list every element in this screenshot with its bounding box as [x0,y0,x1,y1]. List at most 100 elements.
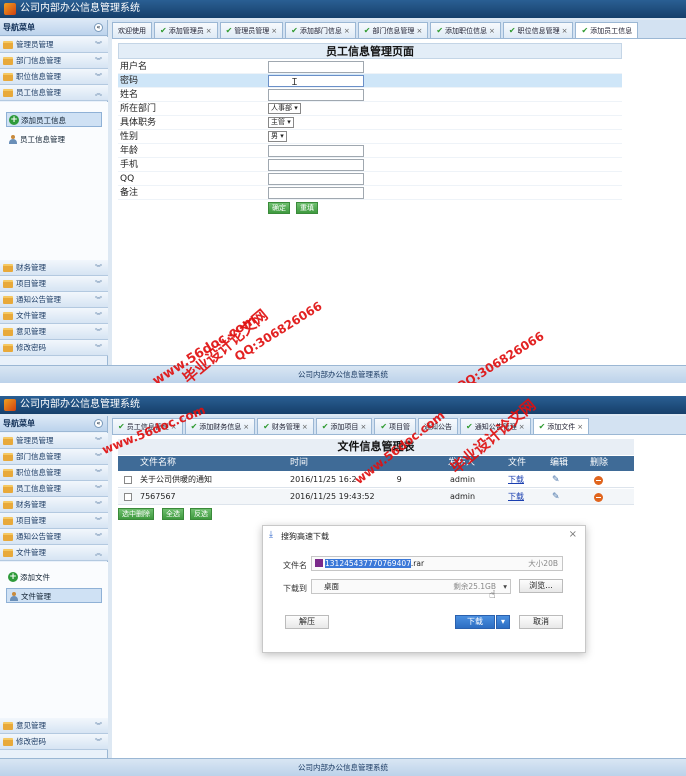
cancel-button[interactable]: 取消 [519,615,563,629]
download-options-button[interactable]: ▾ [496,615,510,629]
chevron-down-icon: ▾ [503,582,507,591]
tab-add-employee[interactable]: ✔ 添加员工信息 [575,22,639,38]
close-icon[interactable]: × [416,27,422,35]
save-path-select[interactable]: 桌面 剩余25.1GB ▾ [311,579,511,594]
row-department: 所在部门 人事部 ▾ [118,102,622,116]
folder-icon [3,533,13,541]
download-button[interactable]: 下载 [455,615,495,629]
gender-select[interactable]: 男 ▾ [268,131,287,142]
row-checkbox[interactable] [124,493,132,501]
nav-item-admin[interactable]: 管理员管理 ︾ [0,433,108,449]
nav-item-password[interactable]: 修改密码 ︾ [0,734,108,750]
edit-icon[interactable]: ✎ [552,489,560,505]
tab-add-position[interactable]: ✔ 添加职位信息 × [430,22,501,38]
name-input[interactable] [268,89,364,101]
close-icon[interactable]: × [569,529,577,540]
download-icon: ⤓ [269,530,273,540]
sub-item-manage-employee[interactable]: 员工信息管理 [6,132,102,147]
close-icon[interactable]: × [577,423,583,431]
folder-icon [3,328,13,336]
download-link[interactable]: 下载 [508,489,524,505]
extract-button[interactable]: 解压 [285,615,329,629]
browse-button[interactable]: 浏览... [519,579,563,593]
nav-item-project[interactable]: 项目管理 ︾ [0,276,108,292]
invert-selection-button[interactable]: 反选 [190,508,212,520]
sub-item-manage-file[interactable]: 文件管理 [6,588,102,603]
reset-button[interactable]: 重填 [296,202,318,214]
close-icon[interactable]: × [562,27,568,35]
collapse-icon[interactable]: « [94,23,103,32]
download-dialog: ⤓ 搜狗高速下载 × 文件名 131245437770769407.rar 大小… [262,525,586,653]
phone-input[interactable] [268,159,364,171]
check-icon: ✔ [118,422,125,431]
tab-department-manage[interactable]: ✔ 部门信息管理 × [357,22,429,38]
folder-icon [3,41,13,49]
age-input[interactable] [268,145,364,157]
close-icon[interactable]: × [489,27,495,35]
nav-item-feedback[interactable]: 意见管理 ︾ [0,718,108,734]
tab-welcome[interactable]: 欢迎使用 [112,22,152,38]
delete-selected-button[interactable]: 选中删除 [118,508,154,520]
nav-item-employee[interactable]: 员工信息管理 ︾ [0,481,108,497]
close-icon[interactable]: × [360,423,366,431]
filename-field[interactable]: 131245437770769407.rar 大小20B [311,556,563,571]
qq-input[interactable] [268,173,364,185]
chevron-down-icon: ︾ [95,501,102,509]
chevron-down-icon: ︾ [95,344,102,352]
nav-item-file[interactable]: 文件管理 ︾ [0,308,108,324]
employee-submenu: + 添加员工信息 员工信息管理 [0,102,108,268]
submit-button[interactable]: 确定 [268,202,290,214]
nav-item-position[interactable]: 职位信息管理 ︾ [0,69,108,85]
chevron-down-icon: ︾ [95,280,102,288]
department-select[interactable]: 人事部 ▾ [268,103,301,114]
edit-icon[interactable]: ✎ [552,472,560,488]
delete-icon[interactable] [594,493,603,502]
sub-item-add-employee[interactable]: + 添加员工信息 [6,112,102,127]
nav-item-notice[interactable]: 通知公告管理 ︾ [0,292,108,308]
chevron-down-icon: ︾ [95,57,102,65]
row-checkbox[interactable] [124,476,132,484]
tab-add-file[interactable]: ✔ 添加文件 × [532,418,590,434]
close-icon[interactable]: × [302,423,308,431]
add-icon: + [8,572,18,582]
download-link[interactable]: 下载 [508,472,524,488]
folder-icon [3,280,13,288]
nav-item-notice[interactable]: 通知公告管理 ︾ [0,529,108,545]
close-icon[interactable]: × [206,27,212,35]
nav-item-employee[interactable]: 员工信息管理 ︽ [0,85,108,101]
hand-cursor-icon: ☝ [489,588,496,601]
nav-item-file[interactable]: 文件管理 ︽ [0,545,108,561]
chevron-down-icon: ︾ [95,533,102,541]
remark-input[interactable] [268,187,364,199]
close-icon[interactable]: × [243,423,249,431]
select-all-button[interactable]: 全选 [162,508,184,520]
collapse-icon[interactable]: « [94,419,103,428]
close-icon[interactable]: × [344,27,350,35]
tab-position-manage[interactable]: ✔ 职位信息管理 × [502,22,574,38]
tab-add-project[interactable]: ✔ 添加项目 × [315,418,373,434]
username-input[interactable] [268,61,364,73]
password-input[interactable] [268,75,364,87]
nav-item-password[interactable]: 修改密码 ︾ [0,340,108,356]
add-icon: + [9,115,19,125]
tab-admin-manage[interactable]: ✔ 管理员管理 × [219,22,284,38]
nav-item-project[interactable]: 项目管理 ︾ [0,513,108,529]
text-cursor-icon: Ｉ [290,78,300,88]
folder-icon [3,549,13,557]
nav-item-feedback[interactable]: 意见管理 ︾ [0,324,108,340]
nav-item-finance[interactable]: 财务管理 ︾ [0,497,108,513]
folder-icon [3,57,13,65]
delete-icon[interactable] [594,476,603,485]
nav-item-admin[interactable]: 管理员管理 ︾ [0,37,108,53]
tab-add-admin[interactable]: ✔ 添加管理员 × [154,22,218,38]
nav-item-position[interactable]: 职位信息管理 ︾ [0,465,108,481]
nav-item-department[interactable]: 部门信息管理 ︾ [0,449,108,465]
nav-item-department[interactable]: 部门信息管理 ︾ [0,53,108,69]
check-icon: ✔ [508,26,516,35]
close-icon[interactable]: × [271,27,277,35]
tab-add-department[interactable]: ✔ 添加部门信息 × [285,22,356,38]
nav-item-finance[interactable]: 财务管理 ︾ [0,260,108,276]
position-select[interactable]: 主管 ▾ [268,117,294,128]
sub-item-add-file[interactable]: + 添加文件 [6,570,102,585]
tab-finance-manage[interactable]: ✔ 财务管理 × [257,418,314,434]
